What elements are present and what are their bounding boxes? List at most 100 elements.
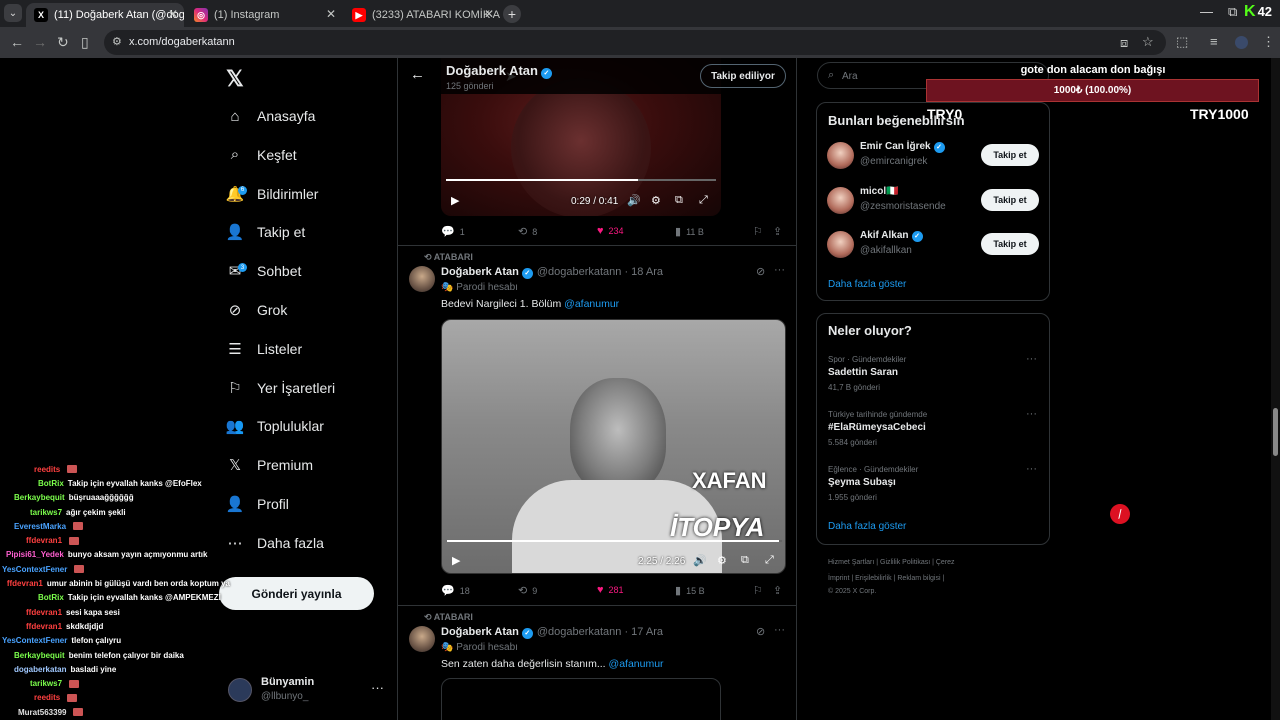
settings-icon[interactable]: ⚙: [717, 554, 727, 567]
nav-item-grok[interactable]: ⊘ Grok: [226, 295, 288, 325]
mention-link[interactable]: @afanumur: [564, 298, 619, 310]
chat-username[interactable]: BotRix: [38, 479, 64, 488]
back-arrow-icon[interactable]: ←: [410, 66, 425, 83]
x-logo-icon[interactable]: 𝕏: [226, 66, 244, 92]
fullscreen-icon[interactable]: ⤢: [765, 554, 774, 567]
nav-item-topluluklar[interactable]: 👥 Topluluklar: [226, 411, 324, 441]
follow-button[interactable]: Takip et: [981, 233, 1039, 255]
nav-item-sohbet[interactable]: ✉ 3 Sohbet: [226, 256, 301, 286]
tweet-video[interactable]: XAFAN İTOPYA ▶ 2:25 / 2:26 🔊 ⚙ ⧉ ⤢: [441, 319, 786, 574]
extensions-icon[interactable]: ⬚: [1176, 34, 1188, 50]
volume-icon[interactable]: 🔊: [693, 554, 707, 567]
footer-links[interactable]: Hizmet Şartları | Gizlilik Politikası | …: [828, 559, 955, 566]
play-icon[interactable]: ▶: [452, 554, 460, 567]
video-progress-bar[interactable]: [446, 179, 716, 181]
nav-item-anasayfa[interactable]: ⌂ Anasayfa: [226, 101, 315, 131]
suggested-user[interactable]: micol🇮🇹 @zesmoristasende Takip et: [827, 184, 1041, 218]
nav-item-listeler[interactable]: ☰ Listeler: [226, 334, 302, 364]
suggested-user[interactable]: Emir Can İğrek ✓ @emircanigrek Takip et: [827, 139, 1041, 173]
scrollbar[interactable]: [1271, 58, 1280, 720]
chat-username[interactable]: reedits: [34, 693, 60, 702]
scrollbar-thumb[interactable]: [1273, 408, 1278, 456]
chat-username[interactable]: Berkaybequit: [14, 493, 65, 502]
share-icon[interactable]: ⇪: [773, 584, 787, 597]
forward-icon[interactable]: →: [33, 34, 47, 50]
chat-username[interactable]: ffdevran1: [26, 622, 62, 631]
close-tab-icon[interactable]: ✕: [326, 7, 336, 21]
share-icon[interactable]: ⇪: [773, 225, 787, 238]
close-tab-icon[interactable]: ✕: [484, 7, 494, 21]
reply-button[interactable]: 💬 18: [441, 584, 470, 597]
profile-avatar-icon[interactable]: [1235, 36, 1248, 49]
grok-icon[interactable]: ⊘: [756, 625, 765, 638]
chat-username[interactable]: Pipisi61_Yedek: [6, 550, 64, 559]
more-icon[interactable]: ···: [774, 264, 785, 276]
video-progress-bar[interactable]: [447, 540, 782, 542]
chat-username[interactable]: BotRix: [38, 593, 64, 602]
bookmark-icon[interactable]: ⚐: [753, 225, 768, 238]
avatar[interactable]: [409, 266, 435, 292]
bookmark-star-icon[interactable]: ☆: [1142, 34, 1154, 50]
follow-button[interactable]: Takip et: [981, 144, 1039, 166]
trend-item[interactable]: Eğlence · Gündemdekiler Şeyma Subaşı 1.955…: [828, 463, 1042, 509]
repost-button[interactable]: ⟲ 9: [518, 584, 537, 597]
nav-item-profil[interactable]: 👤 Profil: [226, 489, 289, 519]
chat-username[interactable]: Murat563399: [18, 708, 66, 717]
repost-button[interactable]: ⟲ 8: [518, 225, 537, 238]
chat-username[interactable]: ffdevran1: [26, 608, 62, 617]
suggested-user[interactable]: Akif Alkan ✓ @akifallkan Takip et: [827, 228, 1041, 262]
nav-item-takip-et[interactable]: 👤 Takip et: [226, 217, 306, 247]
back-icon[interactable]: ←: [10, 34, 24, 50]
show-more-link[interactable]: Daha fazla göster: [828, 279, 906, 290]
close-tab-icon[interactable]: ✕: [168, 7, 178, 21]
pip-icon[interactable]: ⧉: [675, 194, 683, 207]
settings-icon[interactable]: ⚙: [651, 194, 661, 207]
cast-icon[interactable]: ⧈: [1120, 35, 1128, 51]
chat-username[interactable]: tarikws7: [30, 679, 62, 688]
like-button[interactable]: ♥ 234: [597, 225, 624, 237]
browser-tab-instagram[interactable]: ◎ (1) Instagram ✕: [186, 3, 342, 27]
site-info-icon[interactable]: ⚙: [112, 35, 122, 48]
chat-username[interactable]: dogaberkatan: [14, 665, 66, 674]
mention-link[interactable]: @afanumur: [609, 658, 664, 670]
restore-icon[interactable]: ⧉: [1228, 4, 1237, 20]
nav-item-daha-fazla[interactable]: ⋯ Daha fazla: [226, 528, 324, 558]
like-button[interactable]: ♥ 281: [597, 584, 624, 596]
chat-username[interactable]: Berkaybequit: [14, 651, 65, 660]
grok-icon[interactable]: ⊘: [756, 265, 765, 278]
show-more-link[interactable]: Daha fazla göster: [828, 521, 906, 532]
menu-kebab-icon[interactable]: ⋮: [1262, 34, 1275, 50]
avatar[interactable]: [409, 626, 435, 652]
address-bar[interactable]: ⚙ x.com/dogaberkatann ⧈ ☆: [104, 30, 1166, 55]
reload-icon[interactable]: ↻: [57, 34, 69, 51]
chat-username[interactable]: YesContextFener: [2, 565, 67, 574]
following-button[interactable]: Takip ediliyor: [700, 64, 786, 88]
nav-item-keşfet[interactable]: ⌕ Keşfet: [226, 140, 297, 170]
reply-button[interactable]: 💬 1: [441, 225, 465, 238]
tweet-author[interactable]: Doğaberk Atan ✓ @dogaberkatann · 17 Ara: [441, 626, 663, 639]
bookmark-icon[interactable]: ⚐: [753, 584, 768, 597]
browser-tab-youtube[interactable]: ▶ (3233) ATABARI KOMİK ANLAR ✕: [344, 3, 500, 27]
nav-item-premium[interactable]: 𝕏 Premium: [226, 450, 313, 480]
trend-item[interactable]: Türkiye tarihinde gündemde #ElaRümeysaCeb…: [828, 408, 1042, 454]
chat-username[interactable]: tarikws7: [30, 508, 62, 517]
more-icon[interactable]: ···: [1026, 353, 1037, 365]
more-icon[interactable]: ···: [1026, 408, 1037, 420]
fullscreen-icon[interactable]: ⤢: [699, 194, 708, 207]
chat-username[interactable]: reedits: [34, 465, 60, 474]
trend-item[interactable]: Spor · Gündemdekiler Sadettin Saran 41,7 B…: [828, 353, 1042, 399]
chat-username[interactable]: ffdevran1: [7, 579, 43, 588]
account-switcher[interactable]: Bünyamin @llbunyo_ ···: [228, 674, 388, 706]
chat-username[interactable]: YesContextFener: [2, 636, 67, 645]
browser-tab-x[interactable]: X (11) Doğaberk Atan (@dogaber ✕: [26, 3, 184, 27]
chat-username[interactable]: ffdevran1: [26, 536, 62, 545]
more-icon[interactable]: ···: [774, 624, 785, 636]
chat-username[interactable]: EverestMarka: [14, 522, 66, 531]
volume-icon[interactable]: 🔊: [627, 194, 641, 207]
views-button[interactable]: ▮ 15 B: [675, 584, 705, 597]
tweet-author[interactable]: Doğaberk Atan ✓ @dogaberkatann · 18 Ara: [441, 266, 663, 279]
minimize-icon[interactable]: —: [1200, 4, 1213, 19]
play-icon[interactable]: ▶: [451, 194, 459, 207]
post-button[interactable]: Gönderi yayınla: [219, 577, 374, 610]
footer-links[interactable]: İmprint | Erişilebilirlik | Reklam bilgi…: [828, 575, 944, 582]
